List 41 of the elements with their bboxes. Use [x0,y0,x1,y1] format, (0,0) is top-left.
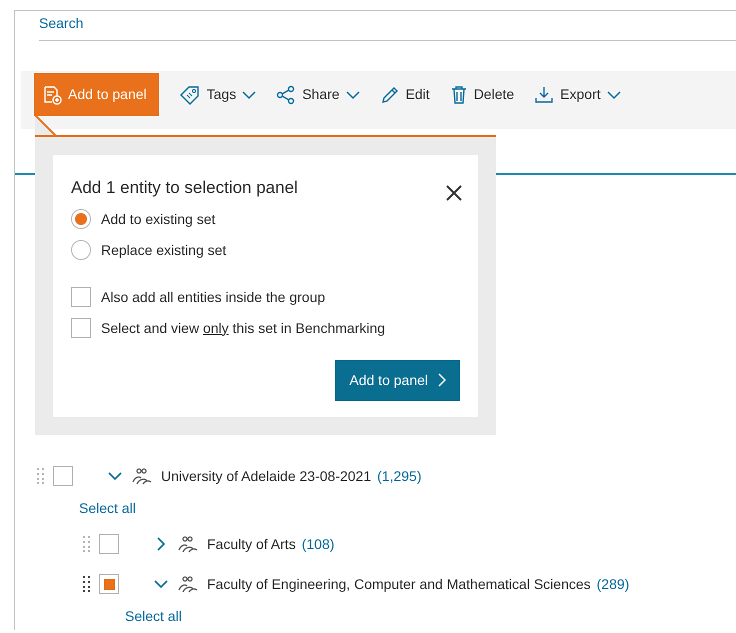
checkbox[interactable] [53,466,73,486]
toolbar-button[interactable]: Delete [450,84,514,105]
add-document-icon [42,84,62,104]
toolbar-button[interactable]: Share [276,84,360,105]
people-icon [177,574,199,594]
item-count: (1,295) [377,466,422,486]
radio-button[interactable] [71,240,91,260]
people-icon [131,466,153,486]
option-label: Add to existing set [101,210,216,229]
checkbox[interactable] [99,534,119,554]
toolbar-button[interactable]: Edit [380,84,430,105]
add-to-panel-button[interactable]: Add to panel [335,360,460,400]
share-icon [276,84,296,104]
drag-handle-icon [37,467,45,485]
close-button[interactable] [446,185,462,201]
radio-button[interactable] [71,209,91,229]
item-count: (289) [596,574,630,594]
checkbox[interactable] [99,574,119,594]
tree-item-label: University of Adelaide 23-08-2021 [161,466,372,486]
pencil-icon [380,84,400,104]
drag-handle-icon [83,535,91,553]
people-icon [177,534,199,554]
option-label: Replace existing set [101,240,226,260]
option-label: Also add all entities inside the group [101,288,326,307]
item-count: (108) [302,534,334,554]
tag-icon [178,84,201,104]
select-all-link[interactable]: Select all [125,606,182,628]
search-field[interactable]: Search [39,11,736,41]
tree-item-label: Faculty of Engineering, Computer and Mathematical Sciences [207,574,591,594]
trash-icon [450,84,468,104]
tree-item-label: Faculty of Arts [207,534,296,554]
option-label: Select and view only this set in Benchmarking [101,318,386,338]
toolbar-button[interactable]: Export [534,84,621,105]
select-all-link[interactable]: Select all [79,498,136,520]
toolbar-button[interactable]: Tags [178,84,256,105]
checkbox[interactable] [71,318,91,338]
download-icon [534,84,554,104]
popup-title: Add 1 entity to selection panel [71,177,298,199]
drag-handle-icon [83,575,91,593]
checkbox[interactable] [71,287,91,307]
chevron-right-icon [438,373,446,387]
